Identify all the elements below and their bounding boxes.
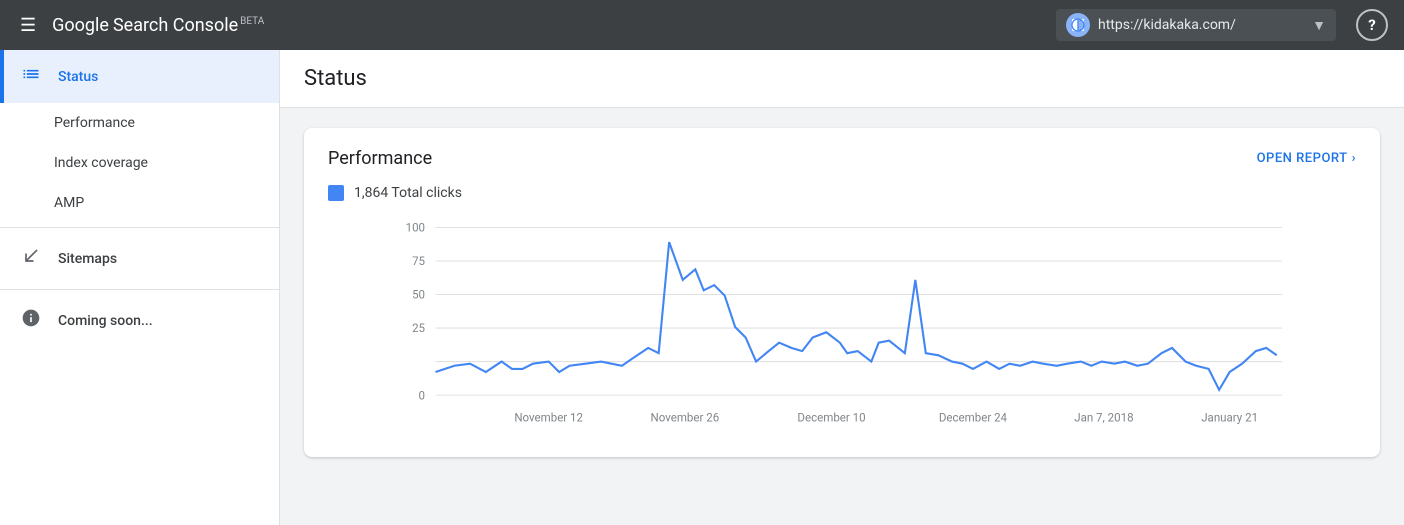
info-icon <box>20 308 42 333</box>
sidebar-divider <box>0 227 279 228</box>
page-title: Status <box>304 66 1380 91</box>
hamburger-icon[interactable]: ☰ <box>16 11 40 40</box>
sidebar-item-coming-soon[interactable]: Coming soon... <box>0 294 279 347</box>
x-label-jan7: Jan 7, 2018 <box>1074 410 1133 424</box>
x-label-jan21: January 21 <box>1201 410 1258 424</box>
y-label-75: 75 <box>412 254 425 268</box>
sidebar-sub-item-index-coverage[interactable]: Index coverage <box>0 143 279 183</box>
sidebar-sub-item-performance[interactable]: Performance <box>0 103 279 143</box>
help-button[interactable]: ? <box>1356 9 1388 41</box>
x-label-nov12: November 12 <box>514 410 583 424</box>
url-avatar <box>1066 13 1090 37</box>
sidebar-item-status-label: Status <box>58 69 98 85</box>
y-label-0: 0 <box>419 388 425 402</box>
top-nav: ☰ Google Search ConsoleBETA https://kida… <box>0 0 1404 50</box>
sidebar-item-coming-soon-label: Coming soon... <box>58 313 153 329</box>
url-selector[interactable]: https://kidakaka.com/ ▼ <box>1056 9 1336 41</box>
brand-product: Search ConsoleBETA <box>113 15 264 36</box>
chevron-right-icon: › <box>1352 151 1356 166</box>
content-area: Performance OPEN REPORT › 1,864 Total cl… <box>280 108 1404 477</box>
status-icon <box>20 64 42 89</box>
chevron-down-icon: ▼ <box>1312 17 1326 34</box>
page-header: Status <box>280 50 1404 108</box>
chart-line <box>436 242 1277 390</box>
sidebar: Status Performance Index coverage AMP Si… <box>0 50 280 525</box>
sidebar-item-sitemaps[interactable]: Sitemaps <box>0 232 279 285</box>
brand-google: Google <box>52 15 109 36</box>
sitemaps-icon <box>20 246 42 271</box>
performance-chart: 100 75 50 25 0 November 12 November 26 D… <box>328 217 1356 437</box>
sidebar-item-status[interactable]: Status <box>0 50 279 103</box>
url-text: https://kidakaka.com/ <box>1098 17 1304 33</box>
performance-card-title: Performance <box>328 148 432 169</box>
x-label-dec24: December 24 <box>939 410 1008 424</box>
brand: Google Search ConsoleBETA <box>52 15 264 36</box>
y-label-100: 100 <box>406 221 425 235</box>
metric-value: 1,864 Total clicks <box>354 185 462 201</box>
y-label-50: 50 <box>412 288 425 302</box>
x-label-dec10: December 10 <box>797 410 865 424</box>
main-layout: Status Performance Index coverage AMP Si… <box>0 50 1404 525</box>
open-report-link[interactable]: OPEN REPORT › <box>1257 151 1356 166</box>
y-label-25: 25 <box>412 321 425 335</box>
metric-color-box <box>328 185 344 201</box>
card-header: Performance OPEN REPORT › <box>328 148 1356 169</box>
performance-card: Performance OPEN REPORT › 1,864 Total cl… <box>304 128 1380 457</box>
sidebar-divider-2 <box>0 289 279 290</box>
main-content: Status Performance OPEN REPORT › 1,864 T… <box>280 50 1404 525</box>
chart-container: 100 75 50 25 0 November 12 November 26 D… <box>328 217 1356 437</box>
x-label-nov26: November 26 <box>651 410 720 424</box>
sidebar-sub-item-amp[interactable]: AMP <box>0 183 279 223</box>
metric-row: 1,864 Total clicks <box>328 185 1356 201</box>
sidebar-item-sitemaps-label: Sitemaps <box>58 251 117 267</box>
